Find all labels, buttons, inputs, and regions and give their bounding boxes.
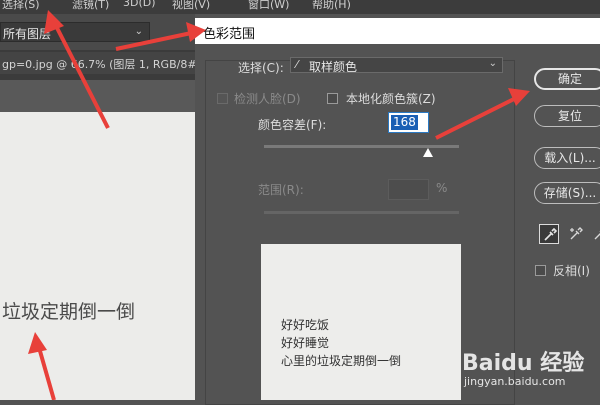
arrow-annotation bbox=[115, 22, 206, 51]
annotation-arrows bbox=[28, 10, 530, 400]
arrow-annotation bbox=[44, 10, 110, 129]
arrow-annotation bbox=[28, 332, 56, 400]
arrow-annotation bbox=[435, 88, 530, 140]
